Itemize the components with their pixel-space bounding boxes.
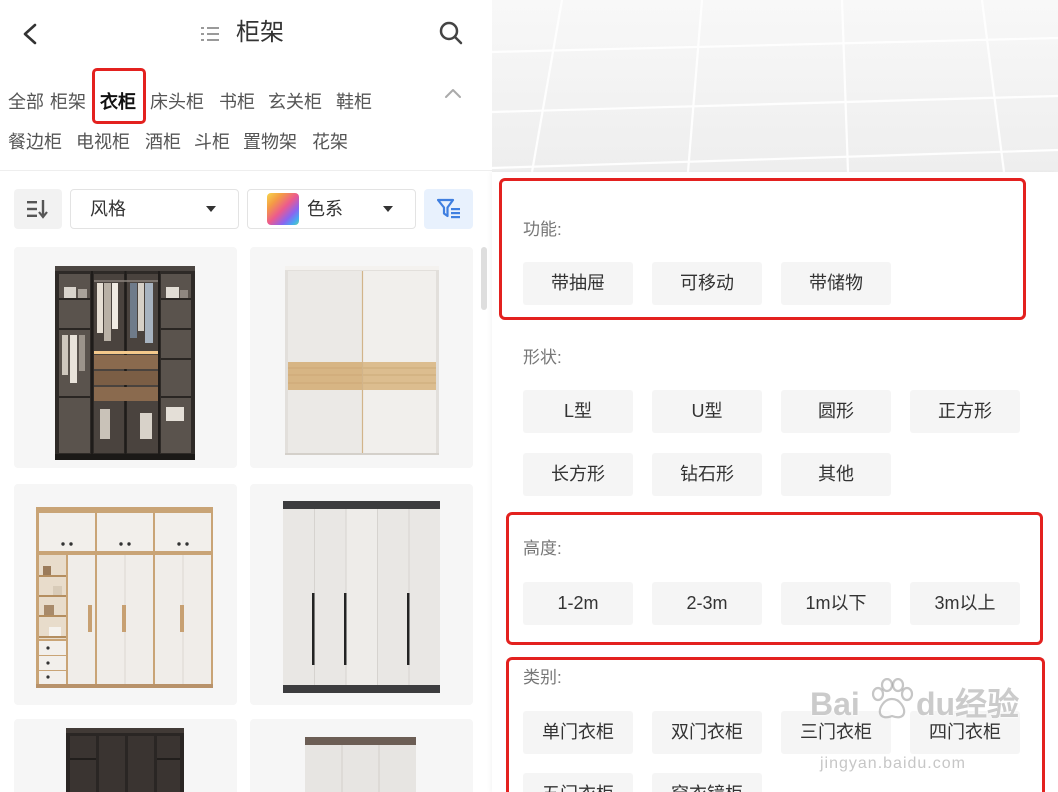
sort-button[interactable] [14,189,62,229]
category-tab[interactable]: 衣柜 [100,90,136,114]
color-dropdown[interactable]: 色系 [247,189,416,229]
shape-option[interactable]: 圆形 [781,390,891,433]
product-card[interactable] [250,484,473,705]
product-card[interactable] [250,719,473,792]
category-option[interactable]: 四门衣柜 [910,711,1020,754]
sort-icon [27,200,48,219]
category-option[interactable]: 五门衣柜 [523,773,633,792]
product-card[interactable] [14,719,237,792]
shape-option[interactable]: U型 [652,390,762,433]
page-title: 柜架 [236,19,284,46]
category-option[interactable]: 双门衣柜 [652,711,762,754]
category-tab[interactable]: 书柜 [219,90,255,114]
category-option[interactable]: 单门衣柜 [523,711,633,754]
color-swatch [267,193,299,225]
function-option[interactable]: 带储物 [781,262,891,305]
collapse-categories-button[interactable] [444,86,462,99]
search-button[interactable] [438,20,464,46]
category-tab[interactable]: 酒柜 [145,130,181,154]
filter-label-shape: 形状: [523,348,562,367]
height-option[interactable]: 2-3m [652,582,762,625]
filter-label-category: 类别: [523,668,562,687]
back-button[interactable] [20,20,42,48]
category-tab[interactable]: 玄关柜 [268,90,322,114]
category-tab[interactable]: 电视柜 [76,130,130,154]
shape-option[interactable]: 正方形 [910,390,1020,433]
scrollbar[interactable] [481,247,487,310]
chevron-up-icon [445,89,461,98]
filter-icon [436,198,460,219]
category-tab[interactable]: 花架 [312,130,348,154]
product-image [55,266,195,460]
product-image [285,266,439,455]
height-option[interactable]: 1m以下 [781,582,891,625]
filter-label-height: 高度: [523,539,562,558]
category-tab[interactable]: 斗柜 [194,130,230,154]
list-view-button[interactable] [201,25,219,43]
product-image [66,728,184,792]
category-tab[interactable]: 全部 [8,90,44,114]
color-dropdown-label: 色系 [307,199,343,219]
product-image [283,501,440,693]
divider [0,170,492,171]
style-dropdown[interactable]: 风格 [70,189,239,229]
height-option[interactable]: 3m以上 [910,582,1020,625]
function-option[interactable]: 可移动 [652,262,762,305]
filter-label-function: 功能: [523,220,562,239]
shape-option[interactable]: 钻石形 [652,453,762,496]
list-icon [201,27,219,41]
filter-button[interactable] [424,189,473,229]
style-dropdown-label: 风格 [90,199,126,219]
category-panel: 柜架 全部 柜架 衣柜 床头柜 书柜 玄关柜 鞋柜 餐边柜 电视柜 酒柜 斗柜 … [0,0,492,792]
shape-option[interactable]: 其他 [781,453,891,496]
preview-background [492,0,1058,172]
product-image [305,737,416,792]
search-icon [439,21,463,45]
caret-down-icon [206,206,216,212]
category-option[interactable]: 穿衣镜柜 [652,773,762,792]
category-tab[interactable]: 餐边柜 [8,130,62,154]
caret-down-icon [383,206,393,212]
category-tab[interactable]: 鞋柜 [336,90,372,114]
category-tab[interactable]: 柜架 [50,90,86,114]
app-window: 柜架 全部 柜架 衣柜 床头柜 书柜 玄关柜 鞋柜 餐边柜 电视柜 酒柜 斗柜 … [0,0,1058,792]
product-card[interactable] [250,247,473,468]
height-option[interactable]: 1-2m [523,582,633,625]
category-tab[interactable]: 置物架 [243,130,297,154]
product-image [36,507,213,688]
category-option[interactable]: 三门衣柜 [781,711,891,754]
category-tab[interactable]: 床头柜 [150,90,204,114]
chevron-left-icon [23,23,37,45]
product-card[interactable] [14,484,237,705]
product-card[interactable] [14,247,237,468]
shape-option[interactable]: 长方形 [523,453,633,496]
function-option[interactable]: 带抽屉 [523,262,633,305]
shape-option[interactable]: L型 [523,390,633,433]
